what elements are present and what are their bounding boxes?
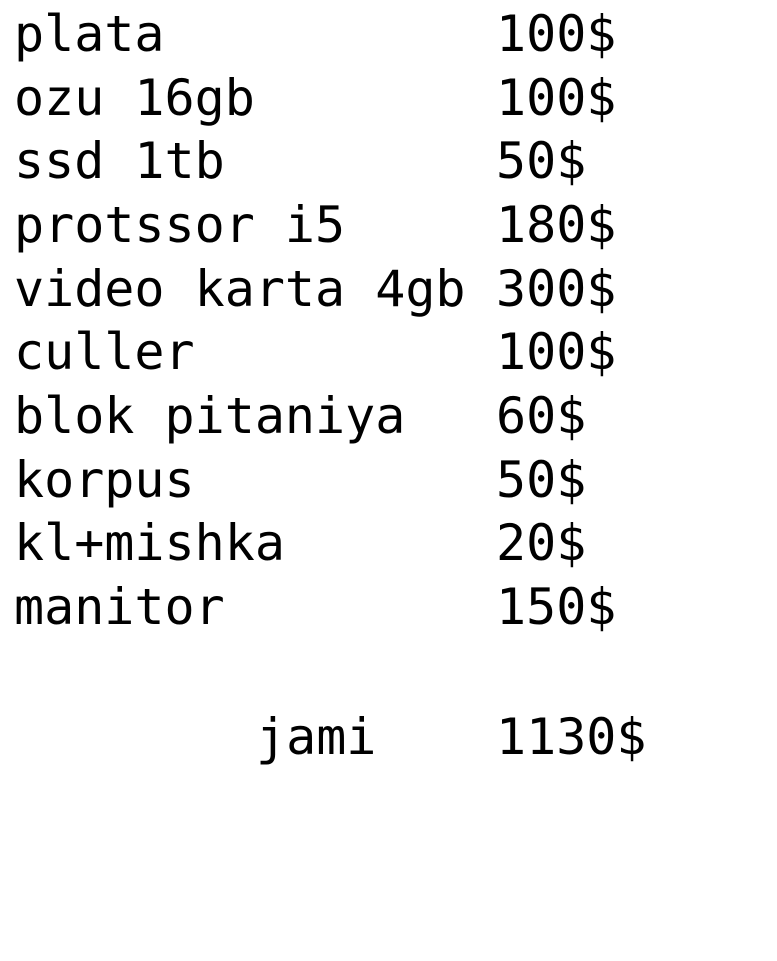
list-item: plata 100$ <box>0 2 777 66</box>
item-price: 60$ <box>496 387 587 445</box>
item-price: 50$ <box>496 451 587 509</box>
item-name: plata <box>14 5 165 63</box>
total-row: jami 1130$ <box>0 705 777 769</box>
item-price: 100$ <box>496 69 617 127</box>
list-item: kl+mishka 20$ <box>0 511 777 575</box>
list-item: ssd 1tb 50$ <box>0 129 777 193</box>
item-price: 300$ <box>496 260 617 318</box>
list-item: protssor i5 180$ <box>0 193 777 257</box>
price-list-document: plata 100$ ozu 16gb 100$ ssd 1tb 50$ pro… <box>0 0 777 825</box>
list-item: video karta 4gb 300$ <box>0 257 777 321</box>
list-item: ozu 16gb 100$ <box>0 66 777 130</box>
item-price: 180$ <box>496 196 617 254</box>
item-price: 100$ <box>496 323 617 381</box>
item-name: video karta 4gb <box>14 260 466 318</box>
list-item: korpus 50$ <box>0 448 777 512</box>
list-item: blok pitaniya 60$ <box>0 384 777 448</box>
item-name: ozu 16gb <box>14 69 255 127</box>
item-price: 50$ <box>496 132 587 190</box>
total-price: 1130$ <box>496 708 647 766</box>
item-price: 100$ <box>496 5 617 63</box>
item-name: korpus <box>14 451 195 509</box>
item-price: 150$ <box>496 578 617 636</box>
item-name: blok pitaniya <box>14 387 406 445</box>
item-name: kl+mishka <box>14 514 285 572</box>
item-name: ssd 1tb <box>14 132 225 190</box>
total-label: jami <box>256 708 377 766</box>
list-item: manitor 150$ <box>0 575 777 639</box>
item-name: protssor i5 <box>14 196 346 254</box>
item-name: culler <box>14 323 195 381</box>
list-item: culler 100$ <box>0 320 777 384</box>
item-name: manitor <box>14 578 225 636</box>
item-price: 20$ <box>496 514 587 572</box>
